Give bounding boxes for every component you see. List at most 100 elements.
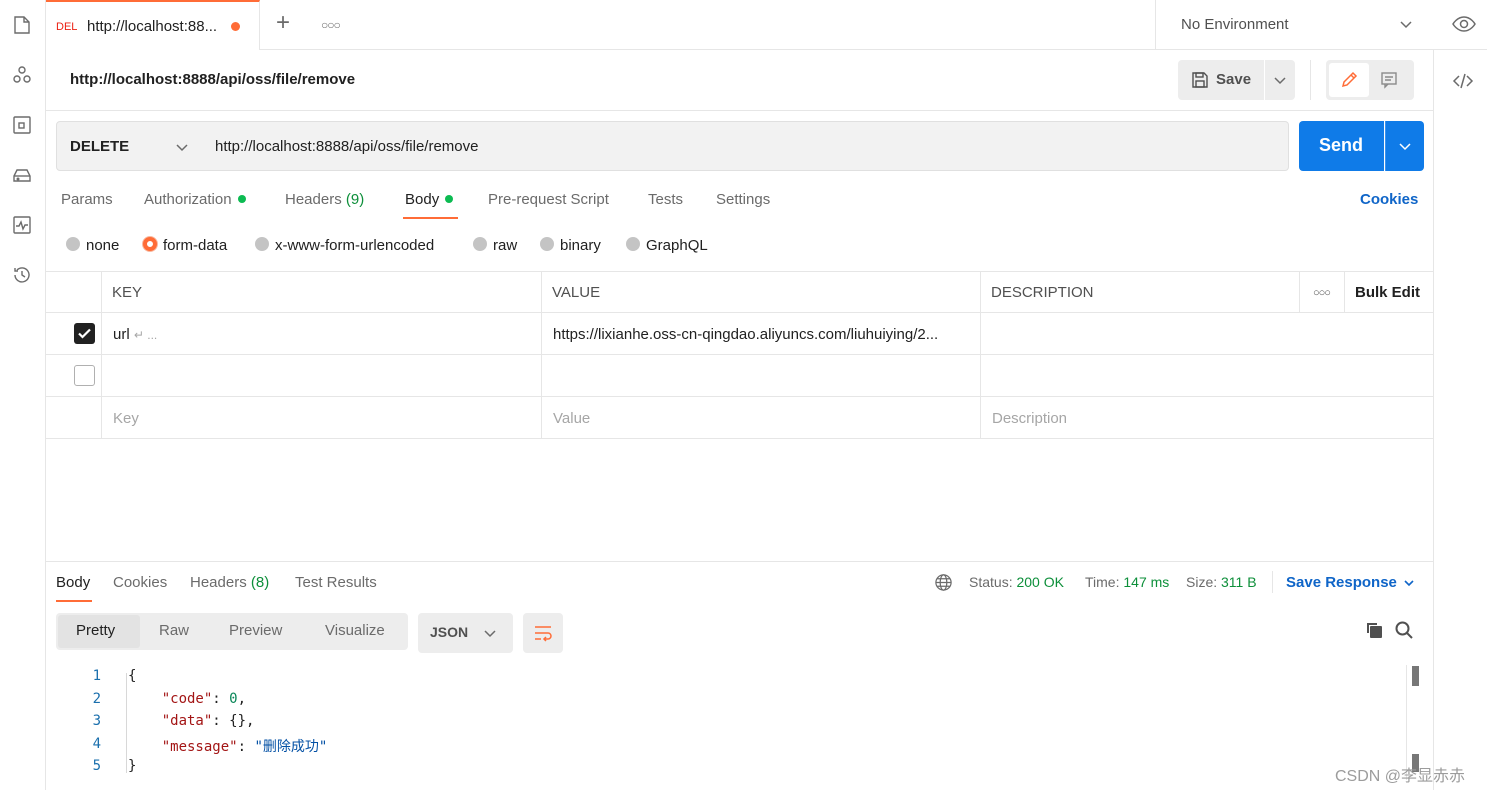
tab-title: http://localhost:88... xyxy=(87,18,218,35)
mock-servers-icon[interactable] xyxy=(11,164,33,186)
send-button[interactable]: Send xyxy=(1299,121,1384,171)
response-body-editor[interactable]: 1 2 3 4 5 { "code": 0, "data": {}, "mess… xyxy=(56,665,1406,790)
save-options-button[interactable] xyxy=(1265,60,1295,100)
description-cell[interactable] xyxy=(981,355,1433,396)
environment-selector[interactable]: No Environment xyxy=(1155,0,1433,50)
radio-none[interactable]: none xyxy=(66,237,119,254)
bulk-edit-button[interactable]: Bulk Edit xyxy=(1345,271,1433,312)
view-pretty[interactable]: Pretty xyxy=(76,622,115,639)
tab-tests[interactable]: Tests xyxy=(648,191,683,208)
response-tab-headers[interactable]: Headers (8) xyxy=(190,574,269,591)
more-tabs-icon[interactable]: ○○○ xyxy=(321,18,341,32)
response-tab-cookies[interactable]: Cookies xyxy=(113,574,167,591)
line-number: 5 xyxy=(92,758,101,774)
tab-authorization[interactable]: Authorization xyxy=(144,191,246,208)
tab-count: (9) xyxy=(345,191,365,208)
code-line: "data": {}, xyxy=(161,713,255,729)
format-select[interactable]: JSON xyxy=(418,613,513,653)
active-tab-indicator xyxy=(403,217,458,219)
url-value: http://localhost:8888/api/oss/file/remov… xyxy=(215,138,479,155)
eye-icon[interactable] xyxy=(1452,14,1476,34)
radio-graphql[interactable]: GraphQL xyxy=(626,237,708,254)
tab-pre-request-script[interactable]: Pre-request Script xyxy=(488,191,609,208)
request-tab[interactable]: DEL http://localhost:88... xyxy=(46,0,260,50)
comment-icon[interactable] xyxy=(1380,71,1398,89)
wrap-lines-button[interactable] xyxy=(523,613,563,653)
value-cell[interactable]: https://lixianhe.oss-cn-qingdao.aliyuncs… xyxy=(542,313,981,354)
tab-settings[interactable]: Settings xyxy=(716,191,770,208)
url-input[interactable]: http://localhost:8888/api/oss/file/remov… xyxy=(201,121,1289,171)
row-checkbox-cell xyxy=(46,355,102,396)
code-snippet-icon[interactable] xyxy=(1452,70,1474,92)
tab-headers[interactable]: Headers (9) xyxy=(285,191,364,208)
header-cell: DESCRIPTION xyxy=(981,271,1345,312)
save-button[interactable]: Save xyxy=(1178,60,1264,100)
view-raw[interactable]: Raw xyxy=(159,622,189,639)
radio-x-www-form-urlencoded[interactable]: x-www-form-urlencoded xyxy=(255,237,434,254)
key-input[interactable]: Key xyxy=(102,397,542,438)
chevron-down-icon xyxy=(1404,580,1414,587)
radio-label: raw xyxy=(493,237,518,254)
view-preview[interactable]: Preview xyxy=(229,622,282,639)
key-cell[interactable] xyxy=(102,355,542,396)
value-input[interactable]: Value xyxy=(542,397,981,438)
row-checkbox-cell xyxy=(46,313,102,354)
row-checkbox[interactable] xyxy=(74,365,95,386)
size-info[interactable]: Size: 311 B xyxy=(1186,574,1257,590)
copy-icon[interactable] xyxy=(1364,620,1384,640)
radio-form-data[interactable]: form-data xyxy=(143,237,227,254)
apis-icon[interactable] xyxy=(11,64,33,86)
code-line: } xyxy=(128,758,136,774)
radio-raw[interactable]: raw xyxy=(473,237,517,254)
request-title[interactable]: http://localhost:8888/api/oss/file/remov… xyxy=(70,71,355,88)
radio-circle xyxy=(473,237,487,252)
chevron-down-icon xyxy=(176,144,188,152)
key-cell[interactable]: url ↵ ... xyxy=(102,313,542,354)
edit-mode-button[interactable] xyxy=(1329,63,1369,97)
status-value: 200 OK xyxy=(1016,574,1064,590)
row-checkbox[interactable] xyxy=(74,323,95,344)
response-tab-body[interactable]: Body xyxy=(56,574,90,591)
environments-icon[interactable] xyxy=(11,114,33,136)
description-cell[interactable] xyxy=(981,313,1433,354)
response-tab-test-results[interactable]: Test Results xyxy=(295,574,377,591)
send-options-button[interactable] xyxy=(1385,121,1424,171)
scroll-arrow-up[interactable] xyxy=(1412,666,1419,686)
new-tab-icon[interactable]: + xyxy=(276,11,298,37)
code-line: "message": "删除成功" xyxy=(161,739,328,755)
monitors-icon[interactable] xyxy=(11,214,33,236)
value-cell[interactable] xyxy=(542,355,981,396)
status-dot xyxy=(445,195,454,204)
time-value: 147 ms xyxy=(1123,574,1170,590)
method-select[interactable]: DELETE xyxy=(56,121,202,171)
cookies-link[interactable]: Cookies xyxy=(1360,191,1418,208)
radio-label: GraphQL xyxy=(646,237,708,254)
save-response-button[interactable]: Save Response xyxy=(1286,574,1415,591)
time-info[interactable]: Time: 147 ms xyxy=(1085,574,1169,590)
globe-icon[interactable] xyxy=(934,573,953,592)
header-description: DESCRIPTION xyxy=(991,284,1094,301)
tab-body[interactable]: Body xyxy=(405,191,454,208)
divider xyxy=(46,110,1433,111)
response-divider[interactable] xyxy=(46,561,1433,562)
column-options-button[interactable]: ○○○ xyxy=(1299,271,1345,312)
history-icon[interactable] xyxy=(11,264,33,286)
json-key: "message" xyxy=(161,739,238,755)
table-row-new: Key Value Description xyxy=(46,397,1433,439)
tab-count: (8) xyxy=(250,574,270,591)
tab-params[interactable]: Params xyxy=(61,191,113,208)
status-dot xyxy=(237,195,246,204)
line-number: 4 xyxy=(92,736,101,752)
status-info[interactable]: Status: 200 OK xyxy=(969,574,1064,590)
description-input[interactable]: Description xyxy=(981,397,1433,438)
radio-binary[interactable]: binary xyxy=(540,237,601,254)
size-label: Size: xyxy=(1186,574,1218,590)
value-text: https://lixianhe.oss-cn-qingdao.aliyuncs… xyxy=(553,326,939,343)
divider xyxy=(1272,571,1273,593)
search-icon[interactable] xyxy=(1394,620,1414,640)
view-visualize[interactable]: Visualize xyxy=(325,622,385,639)
collections-icon[interactable] xyxy=(11,14,33,36)
postman-window: DEL http://localhost:88... + ○○○ No Envi… xyxy=(0,0,1487,790)
json-brace: { xyxy=(128,668,137,684)
description-placeholder: Description xyxy=(992,410,1068,427)
